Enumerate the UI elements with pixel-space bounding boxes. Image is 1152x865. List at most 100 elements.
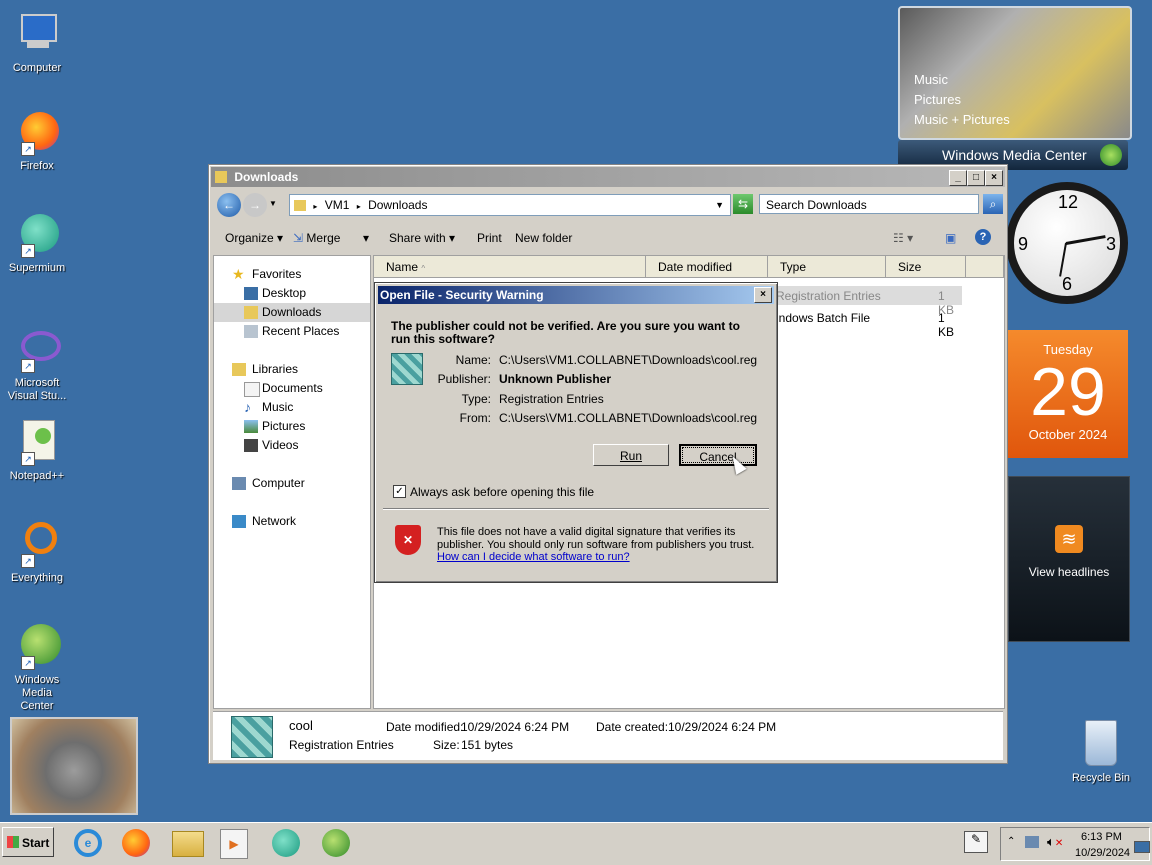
clock-gadget[interactable]: 12 3 6 9 [1006,182,1128,304]
folder-icon [294,200,306,211]
recent-pages-chevron-icon[interactable]: ▼ [269,199,277,208]
merge-button[interactable]: ⇲ Merge [293,231,340,245]
column-header-size[interactable]: Size [886,256,966,278]
everything-icon: ↗ [13,520,61,568]
nav-item-music[interactable]: ♪ Music [214,398,370,417]
details-file-name: cool [289,718,313,733]
address-field[interactable]: ▸ VM1 ▸ Downloads ▼ [289,194,731,216]
details-pane: cool Registration Entries Date modified:… [213,711,1003,760]
media-player-icon[interactable]: ▶ [220,829,248,859]
media-center-gadget[interactable]: Music Pictures Music + Pictures [898,6,1132,140]
preview-pane-icon[interactable]: ▣ [945,231,956,245]
windows-media-center-icon[interactable] [322,829,350,857]
search-icon[interactable]: ⌕ [983,194,1003,214]
details-file-type: Registration Entries [289,738,394,752]
clock-time[interactable]: 6:13 PM [1081,831,1122,843]
clock-minute-hand [1059,242,1067,277]
shortcut-arrow-icon: ↗ [21,554,35,568]
field-value-type: Registration Entries [499,392,604,406]
always-ask-checkbox[interactable]: ✓ [393,485,406,498]
desktop-icon-visual-studio[interactable]: ↗ Microsoft Visual Stu... [4,325,70,403]
cancel-button[interactable]: Cancel [679,444,757,466]
supermium-icon[interactable] [272,829,300,857]
forward-button[interactable]: → [243,193,267,217]
address-segment-root[interactable]: VM1 [325,198,350,212]
file-explorer-icon[interactable] [172,831,204,857]
maximize-button[interactable]: □ [967,170,985,186]
show-desktop-icon[interactable] [1134,841,1150,853]
column-header-date-modified[interactable]: Date modified [646,256,768,278]
desktop-icon-notepad-plus-plus[interactable]: ↗ Notepad++ [4,418,70,483]
desktop-icon-windows-media-center[interactable]: ↗ Windows Media Center [4,622,70,713]
dialog-close-button[interactable]: × [754,287,772,303]
desktop-icon-label: Notepad++ [9,470,65,482]
close-button[interactable]: × [985,170,1003,186]
taskbar: Start e ▶ ✎ ⌃ 🔈︎✕ 6:13 PM 10/29/2024 [0,822,1152,865]
column-header-name[interactable]: Name ^ [374,256,646,278]
address-dropdown-icon[interactable]: ▼ [715,195,724,215]
media-center-item[interactable]: Music [914,70,1010,90]
print-button[interactable]: Print [477,231,502,245]
recent-places-icon [244,325,258,338]
new-folder-button[interactable]: New folder [515,231,572,245]
nav-favorites[interactable]: ★ Favorites [214,265,370,284]
explorer-titlebar[interactable]: Downloads _ □ × [211,167,1005,187]
desktop-icon-firefox[interactable]: ↗ Firefox [4,108,70,173]
dialog-titlebar[interactable]: Open File - Security Warning × [378,286,774,304]
feed-headlines-gadget[interactable]: ≋ View headlines [1008,476,1130,642]
nav-item-recent-places[interactable]: Recent Places [214,322,370,341]
desktop-icon-label: Everything [11,572,63,584]
how-to-decide-link[interactable]: How can I decide what software to run? [437,551,630,563]
field-value-name: C:\Users\VM1.COLLABNET\Downloads\cool.re… [499,353,758,367]
internet-explorer-icon[interactable]: e [74,829,102,857]
calendar-gadget[interactable]: Tuesday 29 October 2024 [1008,330,1128,458]
desktop-icon-label: Firefox [20,160,54,172]
media-center-item[interactable]: Music + Pictures [914,110,1010,130]
nav-item-desktop[interactable]: Desktop [214,284,370,303]
show-hidden-icons-chevron-icon[interactable]: ⌃ [1007,836,1015,847]
address-segment-folder[interactable]: Downloads [368,198,427,212]
minimize-button[interactable]: _ [949,170,967,186]
nav-network[interactable]: Network [214,512,370,531]
help-icon[interactable]: ? [975,229,991,245]
dialog-title: Open File - Security Warning [380,288,544,302]
nav-item-downloads[interactable]: Downloads [214,303,370,322]
share-with-menu[interactable]: Share with ▾ [389,231,455,245]
documents-icon [244,382,260,397]
always-ask-label[interactable]: Always ask before opening this file [410,485,594,499]
run-button[interactable]: Run [593,444,669,466]
recycle-bin[interactable]: Recycle Bin [1066,720,1136,784]
details-date-modified: 10/29/2024 6:24 PM [461,720,570,734]
nav-libraries[interactable]: Libraries [214,360,370,379]
tablet-input-icon[interactable]: ✎ [964,831,988,853]
desktop-icon-computer[interactable]: Computer [4,10,70,75]
view-options-icon[interactable]: ☷ ▾ [893,231,913,245]
merge-icon: ⇲ [293,231,304,245]
firefox-icon[interactable] [122,829,150,857]
refresh-button[interactable]: ⇆ [733,194,753,214]
search-input[interactable]: Search Downloads [759,194,979,214]
start-button[interactable]: Start [2,827,54,857]
details-size: 151 bytes [461,738,514,752]
nav-computer[interactable]: Computer [214,474,370,493]
nav-item-documents[interactable]: Documents [214,379,370,398]
network-tray-icon[interactable] [1025,836,1039,848]
desktop-icon-label: Computer [12,62,62,74]
shortcut-arrow-icon: ↗ [21,656,35,670]
organize-menu[interactable]: Organize ▾ [225,231,283,245]
media-center-item[interactable]: Pictures [914,90,1010,110]
clock-date[interactable]: 10/29/2024 [1075,847,1130,859]
nav-item-videos[interactable]: Videos [214,436,370,455]
volume-muted-icon[interactable]: 🔈︎✕ [1047,834,1063,850]
search-placeholder: Search Downloads [766,198,867,212]
desktop-icon-supermium[interactable]: ↗ Supermium [4,210,70,275]
merge-dropdown-icon[interactable]: ▾ [363,231,369,245]
column-header-type[interactable]: Type [768,256,886,278]
command-bar: Organize ▾ ⇲ Merge ▾ Share with ▾ Print … [213,225,1003,251]
shield-warning-icon: ✕ [395,525,421,555]
libraries-icon [232,363,246,376]
nav-item-pictures[interactable]: Pictures [214,417,370,436]
system-tray: ⌃ 🔈︎✕ 6:13 PM 10/29/2024 [1000,827,1150,861]
desktop-icon-everything[interactable]: ↗ Everything [4,520,70,585]
back-button[interactable]: ← [217,193,241,217]
